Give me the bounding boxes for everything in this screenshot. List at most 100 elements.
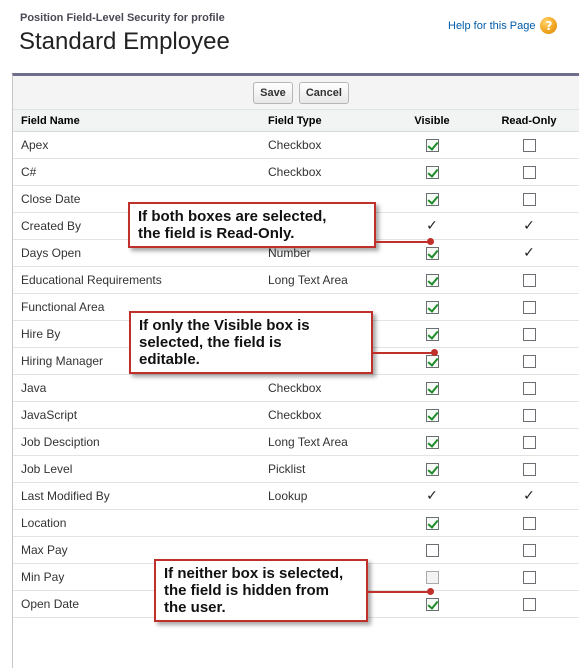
button-bar: Save Cancel xyxy=(13,76,579,109)
visible-checkbox[interactable] xyxy=(425,571,439,585)
visible-cell xyxy=(386,374,478,402)
save-button[interactable]: Save xyxy=(253,81,293,104)
read-only-checkbox[interactable] xyxy=(522,355,536,369)
read-only-checkbox[interactable] xyxy=(522,139,536,153)
field-name-cell: Java xyxy=(13,374,260,402)
help-link[interactable]: Help for this Page ? xyxy=(448,17,558,34)
read-only-cell xyxy=(478,455,579,483)
column-header-visible: Visible xyxy=(386,109,478,132)
field-name-cell: Apex xyxy=(13,131,260,159)
field-name-cell: Last Modified By xyxy=(13,482,260,510)
read-only-cell xyxy=(478,185,579,213)
visible-checkbox[interactable] xyxy=(425,247,439,261)
read-only-cell: ✓ xyxy=(478,482,579,510)
field-name-cell: C# xyxy=(13,158,260,186)
field-name-cell: Location xyxy=(13,509,260,537)
visible-cell xyxy=(386,131,478,159)
table-row: JavaScript Checkbox xyxy=(13,401,579,429)
visible-checkbox[interactable] xyxy=(425,328,439,342)
field-type-cell: Checkbox xyxy=(260,131,386,159)
field-type-cell: Checkbox xyxy=(260,401,386,429)
table-row: Java Checkbox xyxy=(13,374,579,402)
table-header-row: Field Name Field Type Visible Read-Only xyxy=(13,109,579,132)
visible-checkbox[interactable] xyxy=(425,463,439,477)
visible-checkbox[interactable] xyxy=(425,436,439,450)
callout-read-only: If both boxes are selected, the field is… xyxy=(128,202,376,248)
table-row: Apex Checkbox xyxy=(13,131,579,159)
visible-cell xyxy=(386,293,478,321)
table-row: Location xyxy=(13,509,579,537)
read-only-cell xyxy=(478,401,579,429)
field-type-cell xyxy=(260,509,386,537)
read-only-checkbox[interactable] xyxy=(522,166,536,180)
read-only-cell xyxy=(478,131,579,159)
table-row: Educational Requirements Long Text Area xyxy=(13,266,579,294)
table-row: Job Level Picklist xyxy=(13,455,579,483)
read-only-cell xyxy=(478,563,579,591)
callout-read-only-arrow xyxy=(376,241,430,243)
visible-checkbox[interactable] xyxy=(425,274,439,288)
help-icon[interactable]: ? xyxy=(540,17,558,34)
read-only-checkmark-icon: ✓ xyxy=(523,218,535,234)
visible-cell xyxy=(386,158,478,186)
field-type-cell: Lookup xyxy=(260,482,386,510)
read-only-cell xyxy=(478,320,579,348)
visible-checkbox[interactable] xyxy=(425,544,439,558)
read-only-cell xyxy=(478,158,579,186)
table-row: Job Desciption Long Text Area xyxy=(13,428,579,456)
read-only-checkbox[interactable] xyxy=(522,571,536,585)
visible-checkbox[interactable] xyxy=(425,382,439,396)
read-only-cell xyxy=(478,509,579,537)
field-name-cell: Educational Requirements xyxy=(13,266,260,294)
read-only-checkbox[interactable] xyxy=(522,436,536,450)
read-only-cell xyxy=(478,266,579,294)
read-only-checkbox[interactable] xyxy=(522,463,536,477)
field-type-cell: Picklist xyxy=(260,455,386,483)
visible-checkbox[interactable] xyxy=(425,517,439,531)
visible-cell xyxy=(386,320,478,348)
visible-checkbox[interactable] xyxy=(425,193,439,207)
cancel-button[interactable]: Cancel xyxy=(298,81,349,104)
read-only-cell: ✓ xyxy=(478,212,579,240)
read-only-checkbox[interactable] xyxy=(522,409,536,423)
visible-cell xyxy=(386,455,478,483)
read-only-checkbox[interactable] xyxy=(522,274,536,288)
callout-hidden-arrow-dot xyxy=(427,588,434,595)
visible-cell xyxy=(386,185,478,213)
field-type-cell: Long Text Area xyxy=(260,428,386,456)
help-link-label[interactable]: Help for this Page xyxy=(448,20,535,32)
page-subtitle: Position Field-Level Security for profil… xyxy=(20,12,225,24)
read-only-cell: ✓ xyxy=(478,239,579,267)
page-title: Standard Employee xyxy=(19,28,230,55)
read-only-checkbox[interactable] xyxy=(522,328,536,342)
read-only-cell xyxy=(478,347,579,375)
read-only-cell xyxy=(478,374,579,402)
field-type-cell: Checkbox xyxy=(260,374,386,402)
read-only-cell xyxy=(478,536,579,564)
column-header-field-name: Field Name xyxy=(13,109,260,132)
read-only-checkbox[interactable] xyxy=(522,193,536,207)
visible-cell xyxy=(386,563,478,591)
read-only-checkmark-icon: ✓ xyxy=(523,488,535,504)
visible-checkbox[interactable] xyxy=(425,301,439,315)
visible-cell xyxy=(386,401,478,429)
visible-checkbox[interactable] xyxy=(425,598,439,612)
read-only-checkbox[interactable] xyxy=(522,544,536,558)
visible-checkbox[interactable] xyxy=(425,139,439,153)
table-row: C# Checkbox xyxy=(13,158,579,186)
read-only-cell xyxy=(478,428,579,456)
visible-checkbox[interactable] xyxy=(425,355,439,369)
visible-cell xyxy=(386,428,478,456)
read-only-checkbox[interactable] xyxy=(522,301,536,315)
read-only-checkbox[interactable] xyxy=(522,382,536,396)
visible-checkbox[interactable] xyxy=(425,166,439,180)
column-header-read-only: Read-Only xyxy=(478,109,579,132)
read-only-cell xyxy=(478,590,579,618)
visible-checkbox[interactable] xyxy=(425,409,439,423)
visible-checkmark-icon: ✓ xyxy=(426,218,438,234)
read-only-checkbox[interactable] xyxy=(522,517,536,531)
read-only-checkbox[interactable] xyxy=(522,598,536,612)
field-type-cell: Long Text Area xyxy=(260,266,386,294)
callout-read-only-arrow-dot xyxy=(427,238,434,245)
read-only-cell xyxy=(478,293,579,321)
